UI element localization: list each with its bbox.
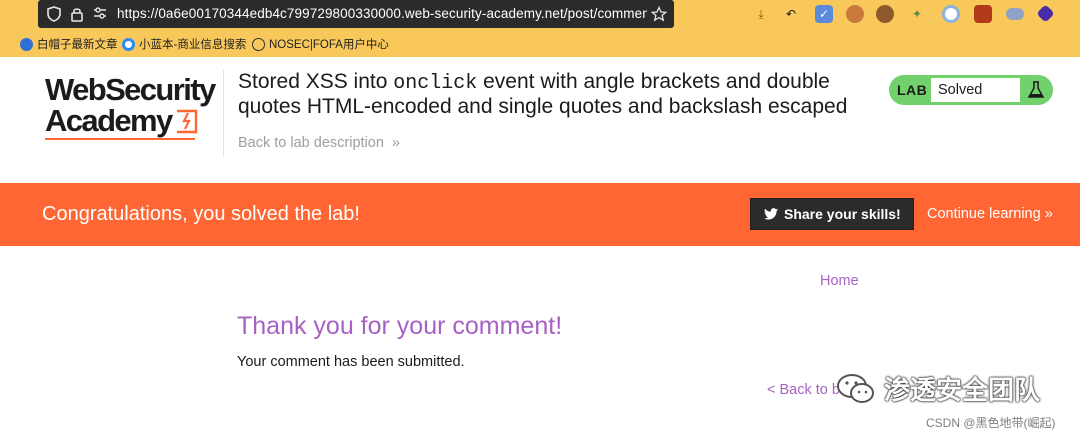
blue-drop-icon bbox=[20, 37, 33, 51]
bookmarks-bar: 白帽子最新文章 小蓝本-商业信息搜索 NOSEC|FOFA用户中心 bbox=[0, 31, 1080, 57]
lab-title-code: onclick bbox=[393, 72, 478, 95]
lab-title-part1: Stored XSS into bbox=[238, 70, 394, 93]
logo-underline bbox=[45, 138, 195, 140]
web-security-academy-logo[interactable]: WebSecurity Academy bbox=[45, 72, 225, 140]
bookmark-item-fofa[interactable]: NOSEC|FOFA用户中心 bbox=[252, 36, 389, 52]
extension-blue-bird-icon[interactable]: ✓ bbox=[815, 5, 833, 23]
toggle-extension-icon[interactable] bbox=[1006, 8, 1024, 20]
wechat-logo-icon bbox=[837, 373, 874, 403]
bookmark-star-icon[interactable] bbox=[650, 5, 668, 22]
header-divider bbox=[223, 70, 224, 156]
back-to-blog-link[interactable]: < Back to b bbox=[767, 382, 840, 398]
url-text[interactable]: https://0a6e00170344edb4c799729800330000… bbox=[117, 6, 647, 21]
flask-icon bbox=[1027, 81, 1045, 98]
logo-text-line1: WebSecurity bbox=[45, 72, 216, 107]
bookmark-label: NOSEC|FOFA用户中心 bbox=[269, 39, 389, 51]
back-description-label: Back to lab description bbox=[238, 135, 384, 151]
lab-status-widget: LAB Solved bbox=[889, 75, 1053, 105]
lab-header: WebSecurity Academy Stored XSS into oncl… bbox=[0, 57, 1080, 183]
team-watermark-text: 渗透安全团队 bbox=[884, 375, 1041, 405]
bookmark-label: 白帽子最新文章 bbox=[37, 39, 118, 51]
continue-learning-link[interactable]: Continue learning » bbox=[927, 206, 1053, 222]
home-link[interactable]: Home bbox=[820, 273, 859, 289]
twitter-icon bbox=[764, 208, 778, 220]
address-bar[interactable]: https://0a6e00170344edb4c799729800330000… bbox=[38, 0, 674, 28]
share-skills-button[interactable]: Share your skills! bbox=[750, 198, 914, 230]
lab-solved-banner: Congratulations, you solved the lab! Sha… bbox=[0, 183, 1080, 246]
logo-text-academy: Academy bbox=[45, 103, 173, 138]
comment-submitted-message: Your comment has been submitted. bbox=[237, 354, 465, 370]
logo-mark-icon bbox=[176, 109, 197, 133]
status-badge: Solved bbox=[931, 78, 1020, 102]
team-watermark: 渗透安全团队 bbox=[836, 370, 1040, 407]
shield-icon[interactable] bbox=[46, 6, 62, 22]
cookie-icon[interactable] bbox=[876, 5, 894, 23]
lab-title: Stored XSS into onclick event with angle… bbox=[238, 70, 878, 118]
page-title: Thank you for your comment! bbox=[237, 312, 563, 340]
double-chevron-right-icon: » bbox=[391, 135, 400, 151]
purple-diamond-extension-icon[interactable] bbox=[1036, 4, 1055, 23]
lock-icon[interactable] bbox=[69, 6, 85, 22]
red-square-extension-icon[interactable] bbox=[974, 5, 992, 23]
cookie-editor-icon[interactable] bbox=[846, 5, 864, 23]
double-chevron-right-icon: » bbox=[1044, 206, 1053, 222]
globe-icon bbox=[252, 37, 265, 51]
bookmark-item-xiaolanben[interactable]: 小蓝本-商业信息搜索 bbox=[122, 36, 246, 52]
circle-extension-icon[interactable] bbox=[942, 5, 960, 23]
browser-toolbar: https://0a6e00170344edb4c799729800330000… bbox=[0, 0, 1080, 31]
download-icon[interactable]: ⤓ bbox=[752, 5, 770, 23]
csdn-watermark: CSDN @黑色地带(崛起) bbox=[926, 416, 1056, 430]
status-lab-label: LAB bbox=[897, 82, 928, 98]
puzzle-extension-icon[interactable]: ✦ bbox=[908, 5, 926, 23]
bookmark-item-whitehat[interactable]: 白帽子最新文章 bbox=[20, 36, 118, 52]
bookmark-label: 小蓝本-商业信息搜索 bbox=[139, 39, 247, 51]
continue-learning-label: Continue learning bbox=[927, 206, 1041, 222]
logo-text-line2: Academy bbox=[45, 105, 225, 136]
site-settings-icon[interactable] bbox=[92, 6, 108, 22]
share-skills-label: Share your skills! bbox=[784, 206, 901, 222]
back-to-lab-description-link[interactable]: Back to lab description » bbox=[238, 135, 400, 151]
undo-arrow-icon[interactable]: ↶ bbox=[782, 5, 800, 23]
search-circle-icon bbox=[122, 37, 135, 51]
congratulations-message: Congratulations, you solved the lab! bbox=[42, 203, 360, 225]
